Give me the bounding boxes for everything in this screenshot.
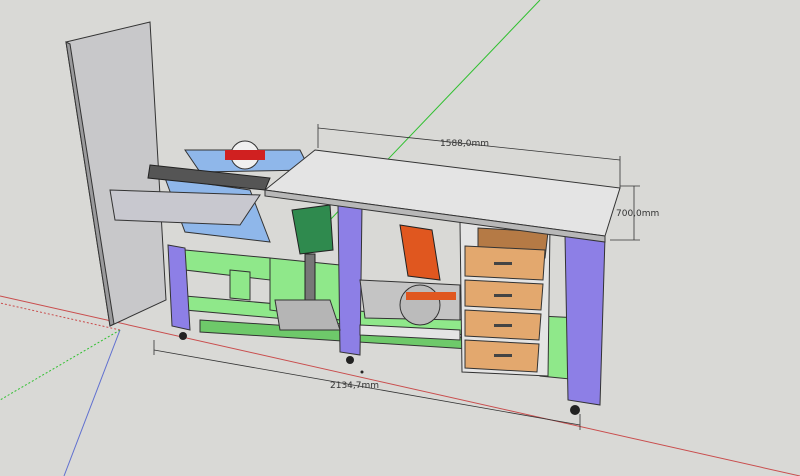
saw-guard	[225, 150, 265, 160]
blue-axis-line	[63, 329, 121, 476]
drawer-3-handle	[494, 324, 512, 327]
frame-upper-rail	[184, 249, 271, 281]
drawer-2-handle	[494, 294, 512, 297]
drill-press-head	[291, 204, 334, 255]
drawer-4-handle	[494, 354, 512, 357]
red-axis-dashed	[0, 302, 121, 331]
frame-brace	[229, 269, 251, 301]
cursor-point	[360, 370, 364, 374]
dimension-top-width[interactable]: 1588,0mm	[440, 139, 489, 149]
saw-extension-table	[109, 189, 261, 226]
dimension-height[interactable]: 700,0mm	[616, 209, 659, 219]
leg-front-right	[564, 234, 606, 406]
drill-press-base	[274, 299, 341, 331]
caster-front-right	[570, 405, 580, 415]
caster-front-middle	[346, 356, 354, 364]
miter-saw-turntable	[399, 284, 441, 326]
workbench-3d-model[interactable]: 1588,0mm 700,0mm 2134,7mm	[0, 0, 800, 476]
leg-front-middle	[337, 204, 363, 356]
dimension-total-length[interactable]: 2134,7mm	[330, 381, 379, 391]
sketchup-viewport[interactable]: 1588,0mm 700,0mm 2134,7mm	[0, 0, 800, 476]
green-axis-dashed	[0, 329, 121, 401]
drawer-1-handle	[494, 262, 512, 265]
miter-saw-stripe	[406, 292, 456, 300]
miter-saw-arm	[399, 224, 441, 281]
caster-front-left	[179, 332, 187, 340]
